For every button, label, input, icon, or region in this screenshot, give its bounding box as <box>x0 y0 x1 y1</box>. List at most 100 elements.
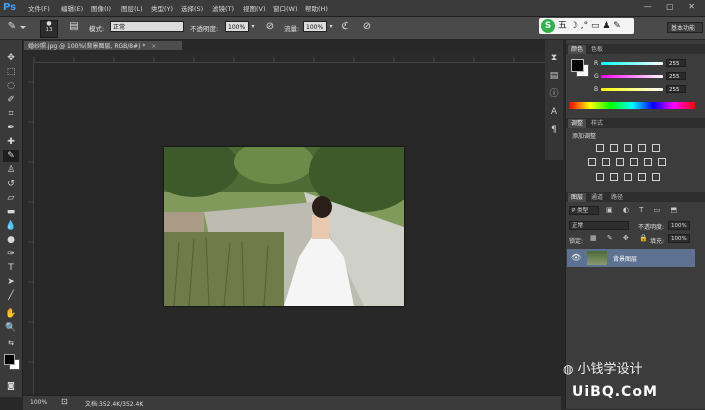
photo-filter-icon[interactable] <box>630 158 638 166</box>
foreground-color-swatch[interactable] <box>571 59 584 72</box>
export-icon[interactable]: ⊡ <box>61 397 68 406</box>
opacity-input[interactable]: 100% <box>225 21 249 32</box>
layer-opacity-input[interactable]: 100% <box>668 221 690 230</box>
flow-input[interactable]: 100% <box>303 21 327 32</box>
eye-icon[interactable]: 👁 <box>571 253 581 262</box>
vibrance-icon[interactable] <box>652 144 660 152</box>
blur-tool-icon[interactable]: 💧 <box>3 220 19 232</box>
color-balance-icon[interactable] <box>602 158 610 166</box>
crop-tool-icon[interactable]: ⌗ <box>3 108 19 120</box>
menu-image[interactable]: 图像(I) <box>91 3 111 13</box>
window-controls[interactable]: — ▢ ✕ <box>644 2 701 11</box>
ruler-horizontal[interactable] <box>23 52 561 63</box>
close-icon[interactable]: × <box>151 43 156 50</box>
eraser-tool-icon[interactable]: ▱ <box>3 192 19 204</box>
swap-colors-icon[interactable]: ⇆ <box>3 337 19 349</box>
brush-preset-picker[interactable]: ● 13 <box>40 20 58 38</box>
airbrush-icon[interactable]: ℭ <box>338 20 352 34</box>
chevron-down-icon[interactable]: ▾ <box>327 20 335 34</box>
tab-swatches[interactable]: 色板 <box>588 45 606 54</box>
document-photo[interactable] <box>164 147 404 306</box>
brush-panel-icon[interactable]: ▤ <box>67 20 81 34</box>
eyedropper-tool-icon[interactable]: ✒ <box>3 122 19 134</box>
color-spectrum[interactable] <box>569 102 695 109</box>
dodge-tool-icon[interactable]: ● <box>3 234 19 246</box>
red-slider[interactable] <box>601 62 663 65</box>
blend-mode-select[interactable]: 正常 <box>569 221 629 230</box>
hue-saturation-icon[interactable] <box>588 158 596 166</box>
layer-row[interactable]: 👁 背景图层 <box>567 249 695 267</box>
red-value[interactable]: 255 <box>666 59 686 67</box>
curves-icon[interactable] <box>624 144 632 152</box>
shape-tool-icon[interactable]: ╱ <box>3 290 19 302</box>
channel-mixer-icon[interactable] <box>644 158 652 166</box>
move-tool-icon[interactable]: ✥ <box>3 52 19 64</box>
info-icon[interactable]: ⓘ <box>548 88 560 100</box>
layer-kind-filter[interactable]: P 类型 <box>569 206 599 215</box>
paragraph-icon[interactable]: ¶ <box>548 124 560 136</box>
quick-select-tool-icon[interactable]: ✐ <box>3 94 19 106</box>
quick-mask-icon[interactable]: ◙ <box>3 380 19 392</box>
levels-icon[interactable] <box>610 144 618 152</box>
gradient-tool-icon[interactable]: ▬ <box>3 206 19 218</box>
brush-tool-icon[interactable]: ✎ <box>5 20 19 34</box>
posterize-icon[interactable] <box>610 173 618 181</box>
path-select-tool-icon[interactable]: ➤ <box>3 276 19 288</box>
ime-toolbar[interactable]: S 五 ☽ ,° ▭ ♟ ✎ <box>539 18 634 34</box>
tab-layers[interactable]: 图层 <box>568 193 587 202</box>
pressure-size-icon[interactable]: ⊘ <box>360 20 374 34</box>
type-tool-icon[interactable]: T <box>3 262 19 274</box>
gradient-map-icon[interactable] <box>638 173 646 181</box>
exposure-icon[interactable] <box>638 144 646 152</box>
menu-view[interactable]: 视图(V) <box>243 3 266 13</box>
menu-select[interactable]: 选择(S) <box>181 3 203 13</box>
invert-icon[interactable] <box>596 173 604 181</box>
black-white-icon[interactable] <box>616 158 624 166</box>
history-brush-tool-icon[interactable]: ↺ <box>3 178 19 190</box>
tab-channels[interactable]: 通道 <box>588 193 606 202</box>
mode-select[interactable]: 正常 <box>110 21 184 32</box>
character-icon[interactable]: A <box>548 106 560 118</box>
lasso-tool-icon[interactable]: ◌ <box>3 80 19 92</box>
selective-color-icon[interactable] <box>652 173 660 181</box>
pressure-opacity-icon[interactable]: ⊘ <box>263 20 277 34</box>
menu-type[interactable]: 类型(Y) <box>151 3 173 13</box>
healing-brush-tool-icon[interactable]: ✚ <box>3 136 19 148</box>
pen-tool-icon[interactable]: ✑ <box>3 248 19 260</box>
hand-tool-icon[interactable]: ✋ <box>3 308 19 320</box>
fill-input[interactable]: 100% <box>668 234 690 243</box>
tab-styles[interactable]: 样式 <box>588 119 606 128</box>
zoom-level[interactable]: 100% <box>30 399 47 406</box>
brush-tool-icon[interactable]: ✎ <box>3 150 19 162</box>
layer-filter-icons[interactable]: ▣ ◐ T ▭ ⬒ <box>606 206 681 214</box>
lock-icons[interactable]: ▦ ✎ ✥ 🔒 <box>590 234 652 242</box>
blue-value[interactable]: 255 <box>666 85 686 93</box>
brightness-icon[interactable] <box>596 144 604 152</box>
chevron-down-icon[interactable]: ▾ <box>249 20 257 34</box>
foreground-color-swatch[interactable] <box>4 354 15 365</box>
green-value[interactable]: 255 <box>666 72 686 80</box>
color-lookup-icon[interactable] <box>658 158 666 166</box>
threshold-icon[interactable] <box>624 173 632 181</box>
ruler-vertical[interactable] <box>23 62 34 394</box>
blue-slider[interactable] <box>601 88 663 91</box>
chevron-down-icon[interactable] <box>20 26 26 29</box>
menu-file[interactable]: 文件(F) <box>28 3 50 13</box>
menu-edit[interactable]: 编辑(E) <box>61 3 83 13</box>
tab-paths[interactable]: 路径 <box>608 193 626 202</box>
zoom-tool-icon[interactable]: 🔍 <box>3 322 19 334</box>
document-tab[interactable]: 婚纱照.jpg @ 100%(背景图层, RGB/8#) * × <box>23 40 183 51</box>
properties-icon[interactable]: ▤ <box>548 70 560 82</box>
menu-layer[interactable]: 图层(L) <box>121 3 143 13</box>
tab-color[interactable]: 颜色 <box>568 45 587 54</box>
tab-adjustments[interactable]: 调整 <box>568 119 587 128</box>
marquee-tool-icon[interactable]: ⬚ <box>3 66 19 78</box>
menu-window[interactable]: 窗口(W) <box>273 3 298 13</box>
menu-help[interactable]: 帮助(H) <box>305 3 328 13</box>
green-slider[interactable] <box>601 75 663 78</box>
layer-name[interactable]: 背景图层 <box>613 254 637 263</box>
workspace-select[interactable]: 基本功能 <box>667 22 703 33</box>
clone-stamp-tool-icon[interactable]: ♙ <box>3 164 19 176</box>
history-icon[interactable]: ⧗ <box>548 52 560 64</box>
menu-filter[interactable]: 滤镜(T) <box>212 3 234 13</box>
